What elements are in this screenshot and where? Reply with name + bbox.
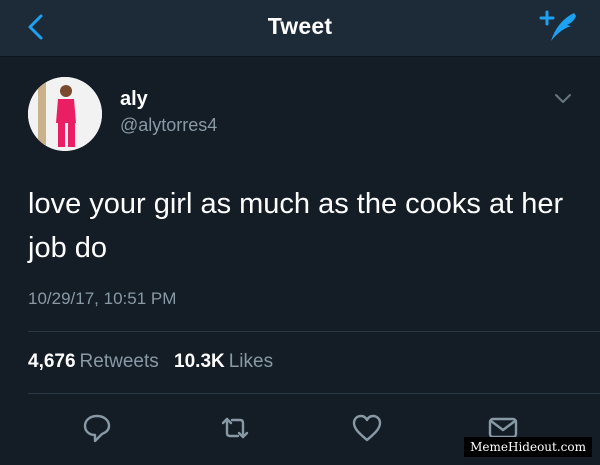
avatar[interactable] — [28, 77, 102, 151]
heart-icon[interactable] — [350, 411, 384, 445]
likes-count[interactable]: 10.3K — [174, 351, 225, 372]
reply-icon[interactable] — [80, 411, 114, 445]
tweet-stats: 4,676 Retweets 10.3K Likes — [28, 351, 283, 373]
compose-tweet-icon[interactable] — [538, 8, 582, 48]
tweet-text: love your girl as much as the cooks at h… — [28, 188, 564, 264]
retweets-label[interactable]: Retweets — [80, 351, 159, 372]
divider — [28, 393, 600, 394]
top-nav-bar: Tweet — [0, 0, 600, 57]
watermark: MemeHideout.com — [464, 437, 592, 457]
tweet-detail: aly @alytorres4 love your girl as much a… — [0, 57, 600, 465]
chevron-down-icon[interactable] — [554, 93, 572, 105]
page-title: Tweet — [267, 13, 333, 39]
author-name[interactable]: aly — [120, 88, 148, 111]
tweet-timestamp: 10/29/17, 10:51 PM — [28, 289, 177, 308]
retweet-icon[interactable] — [218, 411, 252, 445]
divider — [28, 331, 600, 332]
author-handle[interactable]: @alytorres4 — [120, 115, 217, 136]
retweets-count[interactable]: 4,676 — [28, 351, 76, 372]
likes-label[interactable]: Likes — [229, 351, 273, 372]
